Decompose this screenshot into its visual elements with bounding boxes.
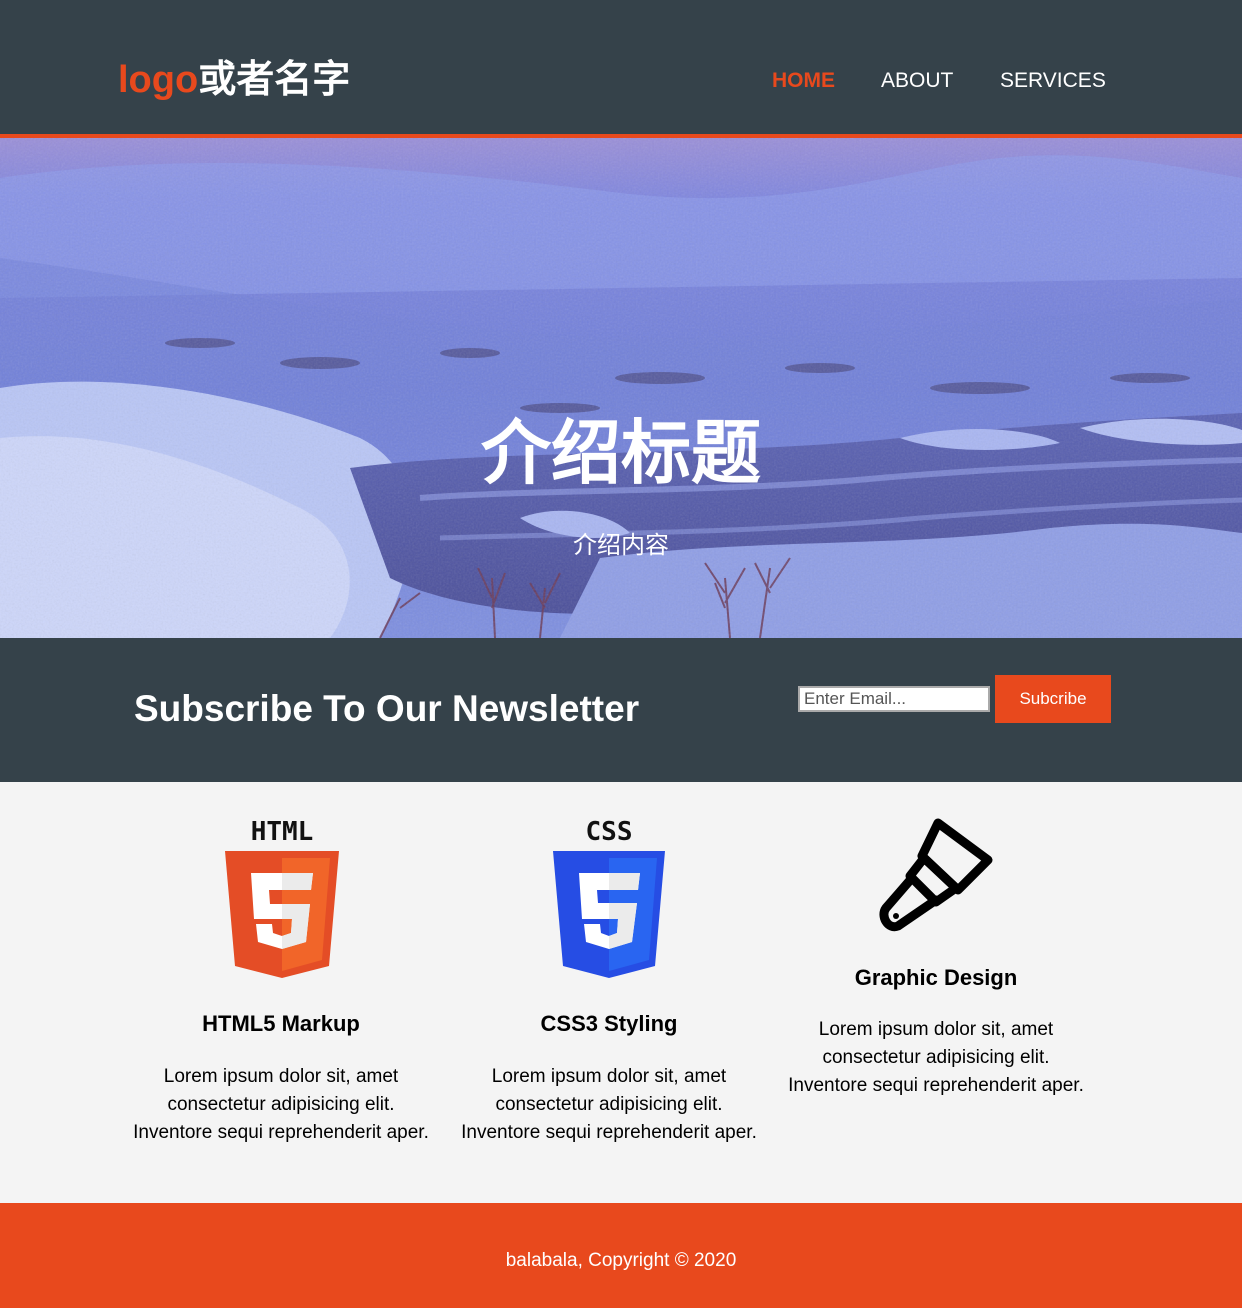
nav-about[interactable]: ABOUT <box>881 68 953 94</box>
logo-highlight: logo <box>118 59 199 101</box>
html5-logo-icon: HTML <box>225 818 339 978</box>
html5-wordmark: HTML <box>251 818 314 847</box>
feature-text-line: Inventore sequi reprehenderit aper. <box>133 1122 429 1143</box>
logo-name: 或者名字 <box>198 59 351 101</box>
css3-wordmark: CSS <box>586 818 633 847</box>
feature-title: Graphic Design <box>854 965 1018 990</box>
feature-text-line: consectetur adipisicing elit. <box>167 1094 395 1115</box>
newsletter-section: Subscribe To Our Newsletter Subcribe <box>0 638 1242 782</box>
email-input[interactable] <box>798 686 990 712</box>
nav-home[interactable]: HOME <box>772 68 835 94</box>
site-header: logo或者名字 HOME ABOUT SERVICES <box>0 0 1242 138</box>
feature-title: CSS3 Styling <box>540 1011 678 1036</box>
feature-text-line: Inventore sequi reprehenderit aper. <box>461 1122 757 1143</box>
feature-box-graphic-design: Graphic Design Lorem ipsum dolor sit, am… <box>781 782 1091 1203</box>
feature-text-line: Lorem ipsum dolor sit, amet <box>163 1066 399 1087</box>
site-footer: balabala, Copyright © 2020 <box>0 1203 1242 1308</box>
showcase-banner: 介绍标题 介绍内容 <box>0 138 1242 638</box>
brush-icon <box>879 818 993 932</box>
css3-logo-icon: CSS <box>553 818 665 978</box>
feature-box-html5: HTML HTML5 Markup Lorem ipsum dolor sit,… <box>126 782 436 1203</box>
hero-title: 介绍标题 <box>481 414 761 492</box>
feature-text-line: Lorem ipsum dolor sit, amet <box>818 1019 1054 1040</box>
newsletter-title: Subscribe To Our Newsletter <box>134 688 640 729</box>
hero-subtitle: 介绍内容 <box>573 532 669 559</box>
features-section: HTML HTML5 Markup Lorem ipsum dolor sit,… <box>0 782 1242 1203</box>
snow-landscape-image <box>0 138 1242 638</box>
copyright-text: balabala, Copyright © 2020 <box>505 1250 737 1271</box>
feature-text-line: consectetur adipisicing elit. <box>495 1094 723 1115</box>
subscribe-button[interactable]: Subcribe <box>995 675 1111 723</box>
feature-box-css3: CSS CSS3 Styling Lorem ipsum dolor sit, … <box>454 782 764 1203</box>
feature-text-line: Inventore sequi reprehenderit aper. <box>788 1075 1084 1096</box>
logo[interactable]: logo或者名字 <box>118 58 350 102</box>
nav-services[interactable]: SERVICES <box>1000 68 1106 94</box>
feature-title: HTML5 Markup <box>202 1011 360 1036</box>
feature-text-line: Lorem ipsum dolor sit, amet <box>491 1066 727 1087</box>
feature-text-line: consectetur adipisicing elit. <box>822 1047 1050 1068</box>
